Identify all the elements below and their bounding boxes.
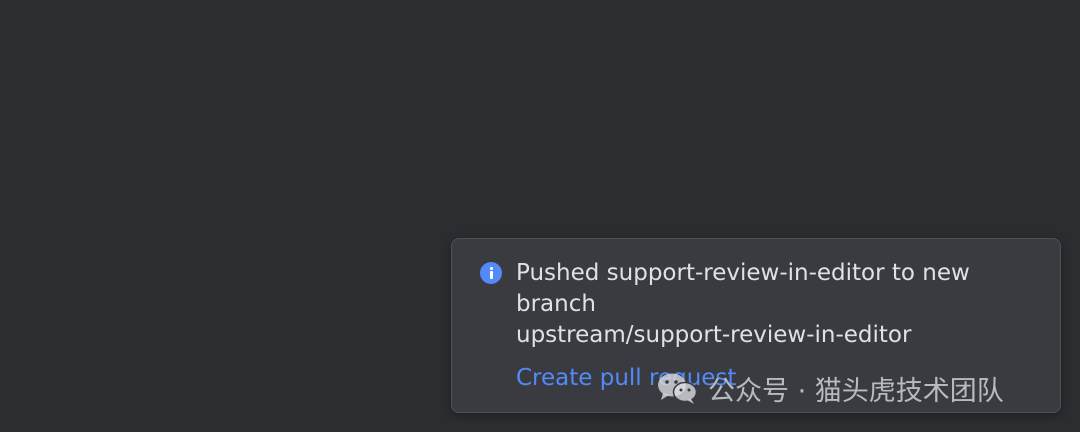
notification-message: Pushed support-review-in-editor to new b…	[516, 260, 970, 348]
ide-background: Pushed support-review-in-editor to new b…	[0, 0, 1080, 432]
push-notification-balloon: Pushed support-review-in-editor to new b…	[451, 238, 1061, 413]
create-pull-request-link[interactable]: Create pull request	[516, 363, 736, 393]
info-icon	[480, 262, 502, 284]
